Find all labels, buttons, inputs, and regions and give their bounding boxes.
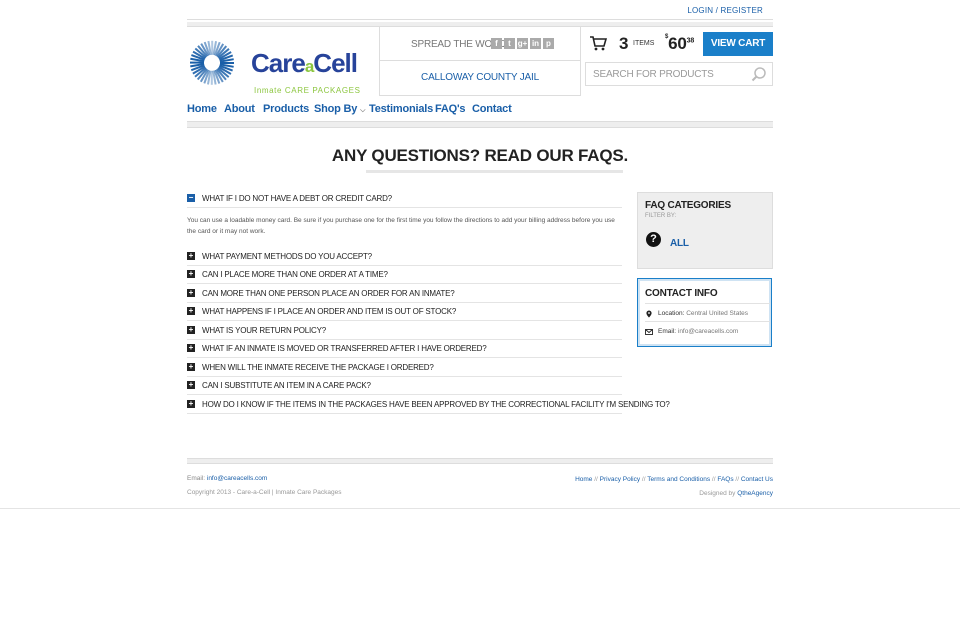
expand-icon[interactable]: +: [187, 344, 195, 352]
faq-item[interactable]: + WHAT HAPPENS IF I PLACE AN ORDER AND IT…: [187, 303, 622, 321]
footer-links: Home // Privacy Policy // Terms and Cond…: [575, 476, 773, 483]
faq-answer: You can use a loadable money card. Be su…: [187, 217, 615, 235]
footer-link-privacy[interactable]: Privacy Policy: [600, 476, 640, 483]
expand-icon[interactable]: +: [187, 289, 195, 297]
contact-location: Location: Central United States: [658, 310, 748, 317]
nav-products[interactable]: Products: [263, 103, 309, 115]
footer-designed-by: Designed by QtheAgency: [699, 490, 773, 497]
nav-divider: [187, 121, 773, 128]
nav-home[interactable]: Home: [187, 103, 217, 115]
login-register-link[interactable]: LOGIN / REGISTER: [687, 6, 763, 15]
nav-shop-by[interactable]: Shop By ⌵: [314, 103, 365, 115]
title-underline: [366, 170, 623, 173]
footer-divider: [187, 458, 773, 464]
cart-total: $6038: [665, 34, 695, 53]
cart-icon: [590, 36, 607, 51]
site-logo[interactable]: CareaCell Inmate CARE PACKAGES: [188, 36, 370, 96]
footer-email-link[interactable]: info@careacells.com: [207, 475, 267, 482]
cart-count: 3: [619, 34, 629, 53]
category-all-link[interactable]: ALL: [670, 238, 689, 249]
cart-items-label: ITEMS: [633, 40, 655, 47]
contact-email[interactable]: Email: info@careacells.com: [658, 328, 738, 335]
expand-icon[interactable]: +: [187, 381, 195, 389]
faq-item[interactable]: + HOW DO I KNOW IF THE ITEMS IN THE PACKA…: [187, 396, 670, 414]
google-plus-icon[interactable]: g+: [517, 38, 528, 49]
faq-item[interactable]: + WHAT IF AN INMATE IS MOVED OR TRANSFERR…: [187, 340, 622, 358]
main-nav: Home About Products Shop By ⌵ Testimonia…: [187, 103, 773, 119]
faq-item[interactable]: + WHEN WILL THE INMATE RECEIVE THE PACKAG…: [187, 359, 622, 377]
contact-info-panel: CONTACT INFO Location: Central United St…: [637, 278, 772, 347]
facebook-icon[interactable]: f: [491, 38, 502, 49]
filter-label: FILTER BY:: [645, 213, 677, 219]
expand-icon[interactable]: +: [187, 270, 195, 278]
footer-link-home[interactable]: Home: [575, 476, 592, 483]
footer-copyright: Copyright 2013 - Care-a-Cell | Inmate Ca…: [187, 489, 342, 496]
nav-contact[interactable]: Contact: [472, 103, 512, 115]
footer-link-faqs[interactable]: FAQs: [717, 476, 733, 483]
footer-link-terms[interactable]: Terms and Conditions: [647, 476, 710, 483]
nav-faqs[interactable]: FAQ's: [435, 103, 466, 115]
mail-icon: [645, 329, 653, 335]
categories-title: FAQ CATEGORIES: [645, 200, 731, 211]
footer-email: Email: info@careacells.com: [187, 475, 268, 482]
facility-name[interactable]: CALLOWAY COUNTY JAIL: [380, 72, 580, 83]
divider: [645, 303, 770, 304]
empty-area: [0, 508, 960, 641]
pinterest-icon[interactable]: p: [543, 38, 554, 49]
faq-item[interactable]: + CAN I SUBSTITUTE AN ITEM IN A CARE PACK…: [187, 377, 622, 395]
burst-icon: [188, 36, 238, 92]
faq-item[interactable]: + WHAT PAYMENT METHODS DO YOU ACCEPT?: [187, 248, 622, 266]
logo-burst-ray: [190, 62, 204, 64]
question-icon: ?: [646, 232, 661, 247]
spread-the-word: SPREAD THE WORD f t g+ in p: [380, 27, 580, 61]
expand-icon[interactable]: +: [187, 400, 195, 408]
location-pin-icon: [646, 310, 652, 318]
faq-item[interactable]: + CAN I PLACE MORE THAN ONE ORDER AT A TI…: [187, 266, 622, 284]
footer-link-contact[interactable]: Contact Us: [741, 476, 773, 483]
search-input[interactable]: [591, 66, 745, 82]
twitter-icon[interactable]: t: [504, 38, 515, 49]
cart-summary[interactable]: 3 ITEMS $6038: [585, 30, 703, 57]
page: LOGIN / REGISTER CareaCell Inmate CARE P…: [0, 0, 960, 508]
logo-burst-ray: [211, 70, 213, 85]
page-title: ANY QUESTIONS? READ OUR FAQS.: [331, 146, 629, 165]
top-bar: LOGIN / REGISTER: [187, 0, 773, 20]
expand-icon[interactable]: +: [187, 326, 195, 334]
brand-name: CareaCell: [251, 48, 358, 78]
faq-item[interactable]: + WHAT IS YOUR RETURN POLICY?: [187, 322, 622, 340]
nav-testimonials[interactable]: Testimonials: [369, 103, 433, 115]
header-middle: SPREAD THE WORD f t g+ in p CALLOWAY COU…: [379, 27, 581, 96]
faq-item[interactable]: + CAN MORE THAN ONE PERSON PLACE AN ORDER…: [187, 285, 622, 303]
contact-title: CONTACT INFO: [645, 288, 718, 299]
linkedin-icon[interactable]: in: [530, 38, 541, 49]
divider: [645, 321, 770, 322]
expand-icon[interactable]: +: [187, 307, 195, 315]
expand-icon[interactable]: +: [187, 363, 195, 371]
chevron-down-icon: ⌵: [360, 107, 366, 114]
faq-categories-panel: FAQ CATEGORIES FILTER BY: ? ALL: [637, 192, 773, 269]
collapse-icon[interactable]: −: [187, 194, 195, 202]
agency-link[interactable]: QtheAgency: [737, 490, 773, 497]
faq-item[interactable]: − WHAT IF I DO NOT HAVE A DEBT OR CREDIT…: [187, 190, 622, 208]
nav-about[interactable]: About: [224, 103, 255, 115]
brand-tagline: Inmate CARE PACKAGES: [254, 86, 361, 95]
product-search: [585, 62, 773, 86]
search-icon[interactable]: [751, 66, 767, 82]
view-cart-button[interactable]: VIEW CART: [703, 32, 773, 56]
expand-icon[interactable]: +: [187, 252, 195, 260]
